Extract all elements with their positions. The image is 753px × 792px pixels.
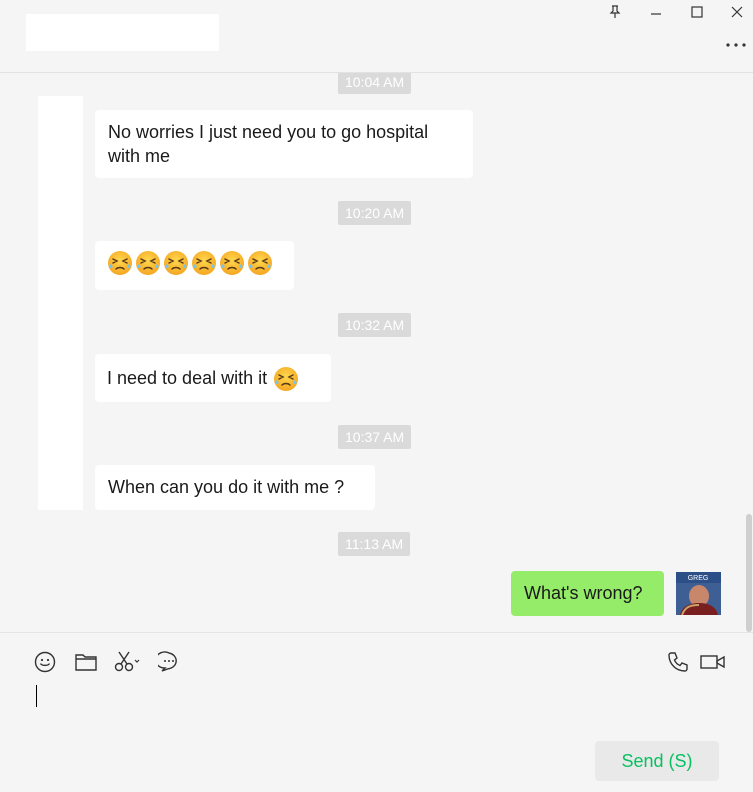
more-options-button[interactable]: [725, 38, 747, 52]
message-bubble-received[interactable]: No worries I just need you to go hospita…: [95, 110, 473, 178]
chat-history-button[interactable]: [157, 650, 181, 674]
message-bubble-received[interactable]: I need to deal with it: [95, 354, 331, 402]
pin-icon: [609, 5, 621, 18]
message-bubble-received[interactable]: [95, 241, 294, 290]
send-file-button[interactable]: [74, 650, 98, 674]
message-text: When can you do it with me ?: [108, 477, 345, 497]
chat-history[interactable]: 10:04 AM No worries I just need you to g…: [0, 73, 753, 632]
emoji-icon: [34, 651, 56, 673]
screenshot-button[interactable]: [113, 650, 141, 674]
timestamp: 10:20 AM: [338, 201, 412, 225]
timestamp: 10:37 AM: [338, 425, 412, 449]
video-call-button[interactable]: [700, 650, 726, 674]
chat-scrollbar[interactable]: [746, 514, 752, 632]
scissors-icon: [114, 651, 140, 672]
pin-button[interactable]: [604, 2, 626, 22]
timestamp: 10:04 AM: [338, 73, 412, 94]
my-avatar[interactable]: GREG: [676, 572, 721, 615]
tears-of-joy-squint-emoji-icon: [162, 251, 190, 275]
emoji-button[interactable]: [33, 650, 57, 674]
close-button[interactable]: [726, 2, 748, 22]
voice-call-button[interactable]: [666, 650, 690, 674]
message-bubble-received[interactable]: When can you do it with me ?: [95, 465, 375, 510]
message-text: What's wrong?: [524, 583, 643, 603]
tears-of-joy-squint-emoji-icon: [106, 251, 134, 275]
folder-icon: [75, 654, 97, 671]
avatar-badge-text: GREG: [688, 575, 709, 582]
tears-of-joy-squint-emoji-icon: [272, 367, 300, 391]
tears-of-joy-squint-emoji-icon: [190, 251, 218, 275]
tears-of-joy-squint-emoji-icon: [134, 251, 162, 275]
emoji-row: [106, 251, 274, 275]
tears-of-joy-squint-emoji-icon: [218, 251, 246, 275]
maximize-button[interactable]: [686, 2, 708, 22]
text-input-caret[interactable]: [36, 685, 37, 707]
timestamp: 11:13 AM: [338, 532, 411, 556]
message-text: No worries I just need you to go hospita…: [108, 122, 429, 142]
message-text: I need to deal with it: [107, 367, 268, 388]
close-icon: [731, 6, 743, 18]
message-composer: Send (S): [0, 632, 753, 792]
contact-name-redacted: [26, 14, 219, 51]
send-button[interactable]: Send (S): [595, 741, 719, 781]
message-text-line2: with me: [108, 146, 171, 166]
message-bubble-sent[interactable]: What's wrong?: [511, 571, 664, 616]
phone-icon: [668, 652, 688, 672]
minimize-button[interactable]: [645, 2, 667, 22]
timestamp: 10:32 AM: [338, 313, 412, 337]
contact-avatar-redacted: [38, 96, 83, 510]
maximize-icon: [691, 6, 703, 18]
video-call-icon: [700, 655, 725, 669]
title-bar: [0, 0, 753, 73]
minimize-icon: [651, 13, 661, 15]
more-dots-icon: [726, 43, 746, 47]
tears-of-joy-squint-emoji-icon: [246, 251, 274, 275]
chat-history-icon: [158, 651, 177, 672]
